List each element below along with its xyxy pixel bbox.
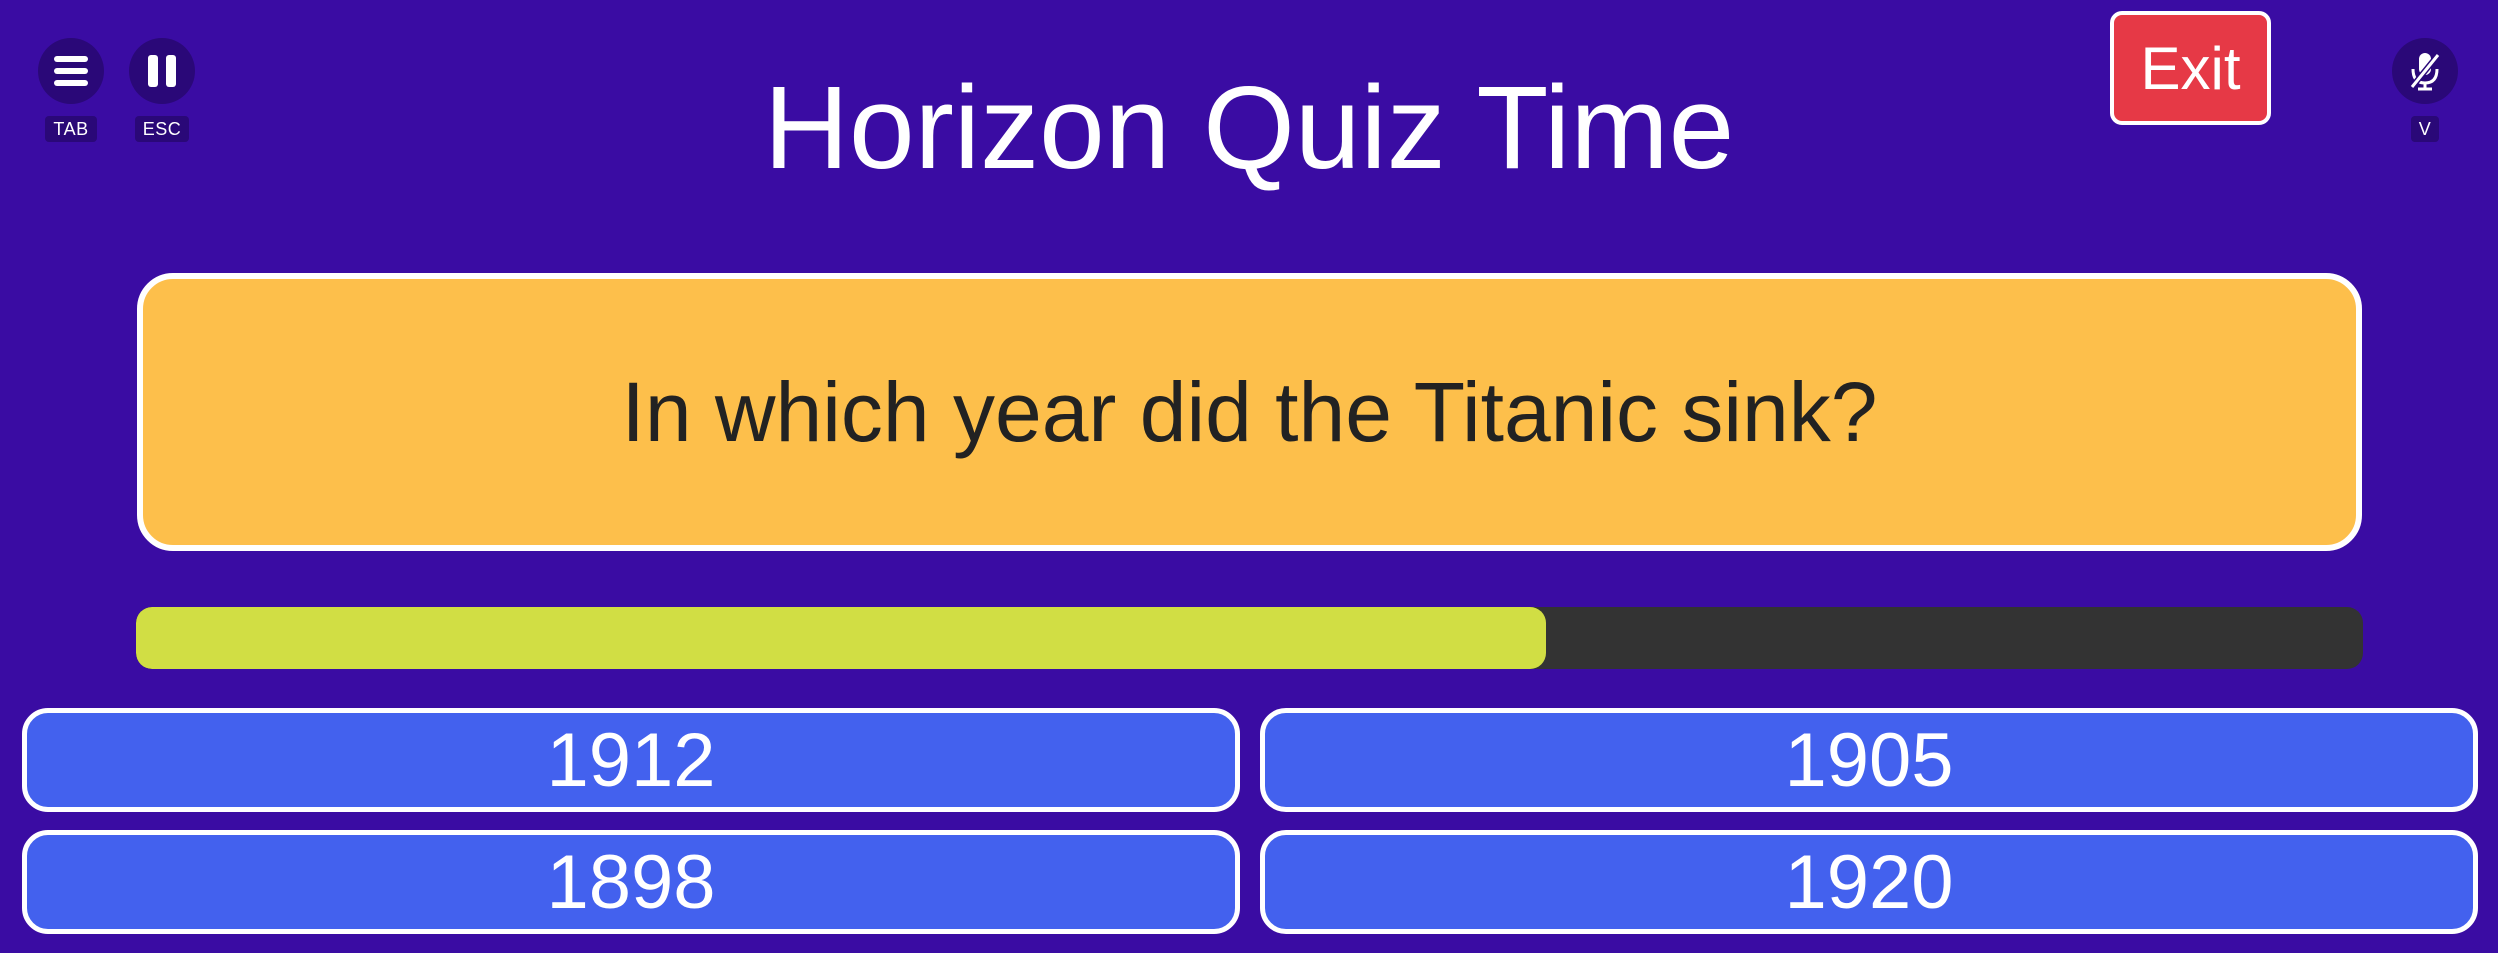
answer-button-1[interactable]: 1912 [22, 708, 1240, 812]
answer-button-3[interactable]: 1898 [22, 830, 1240, 934]
answer-button-4[interactable]: 1920 [1260, 830, 2478, 934]
question-card: In which year did the Titanic sink? [137, 273, 2362, 551]
timer-bar-fill [136, 607, 1546, 669]
answer-button-2[interactable]: 1905 [1260, 708, 2478, 812]
question-text: In which year did the Titanic sink? [621, 364, 1878, 459]
exit-button[interactable]: Exit [2110, 11, 2271, 125]
timer-bar [136, 607, 2363, 669]
